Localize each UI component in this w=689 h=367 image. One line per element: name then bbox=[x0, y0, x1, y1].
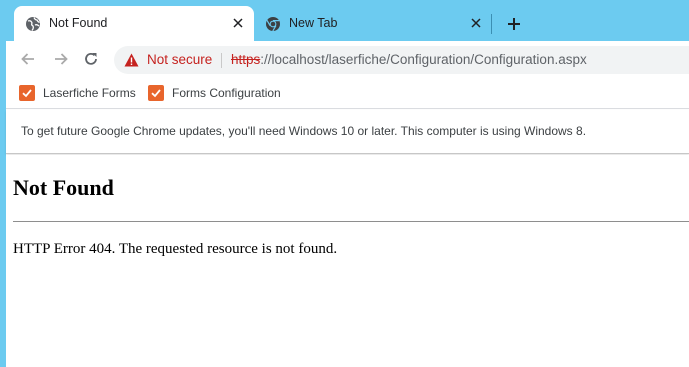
forward-arrow-icon bbox=[55, 53, 68, 65]
page-content: Not Found HTTP Error 404. The requested … bbox=[6, 155, 689, 367]
browser-window: Not Found New Tab Not secure https://loc… bbox=[0, 0, 689, 367]
globe-icon bbox=[25, 16, 41, 32]
back-button[interactable] bbox=[18, 49, 38, 69]
chrome-icon bbox=[265, 16, 281, 32]
url-scheme: https bbox=[231, 52, 261, 67]
checkbox-icon bbox=[19, 85, 35, 101]
tab-strip: Not Found New Tab bbox=[0, 0, 689, 41]
security-label[interactable]: Not secure bbox=[147, 52, 212, 67]
close-tab-icon[interactable] bbox=[468, 15, 484, 31]
toolbar: Not secure https://localhost/laserfiche/… bbox=[6, 41, 689, 77]
bookmark-label: Forms Configuration bbox=[172, 86, 281, 100]
new-tab-button[interactable] bbox=[504, 14, 524, 34]
warning-icon[interactable] bbox=[124, 53, 139, 67]
bookmark-laserfiche-forms[interactable]: Laserfiche Forms bbox=[19, 83, 136, 103]
tab-title: Not Found bbox=[49, 16, 108, 30]
plus-icon bbox=[508, 18, 520, 30]
close-tab-icon[interactable] bbox=[230, 15, 246, 31]
tab-new-tab[interactable]: New Tab bbox=[254, 6, 492, 41]
infobar-message: To get future Google Chrome updates, you… bbox=[21, 124, 587, 138]
bookmarks-bar: Laserfiche Forms Forms Configuration bbox=[6, 77, 689, 109]
tab-not-found[interactable]: Not Found bbox=[14, 6, 254, 41]
url-text[interactable]: https://localhost/laserfiche/Configurati… bbox=[231, 52, 587, 67]
bookmark-forms-configuration[interactable]: Forms Configuration bbox=[148, 83, 281, 103]
tab-title: New Tab bbox=[289, 16, 338, 30]
url-path: ://localhost/laserfiche/Configuration/Co… bbox=[260, 52, 587, 67]
tab-separator bbox=[491, 14, 492, 34]
address-bar[interactable]: Not secure https://localhost/laserfiche/… bbox=[114, 46, 689, 74]
checkbox-icon bbox=[148, 85, 164, 101]
reload-icon bbox=[85, 52, 97, 65]
update-infobar: To get future Google Chrome updates, you… bbox=[6, 110, 689, 154]
error-message: HTTP Error 404. The requested resource i… bbox=[13, 241, 338, 257]
forward-button[interactable] bbox=[51, 49, 71, 69]
page-title: Not Found bbox=[13, 175, 114, 200]
divider bbox=[13, 221, 689, 222]
reload-button[interactable] bbox=[81, 49, 101, 69]
back-arrow-icon bbox=[21, 53, 34, 65]
bookmark-label: Laserfiche Forms bbox=[43, 86, 136, 100]
omnibox-divider bbox=[221, 53, 222, 68]
